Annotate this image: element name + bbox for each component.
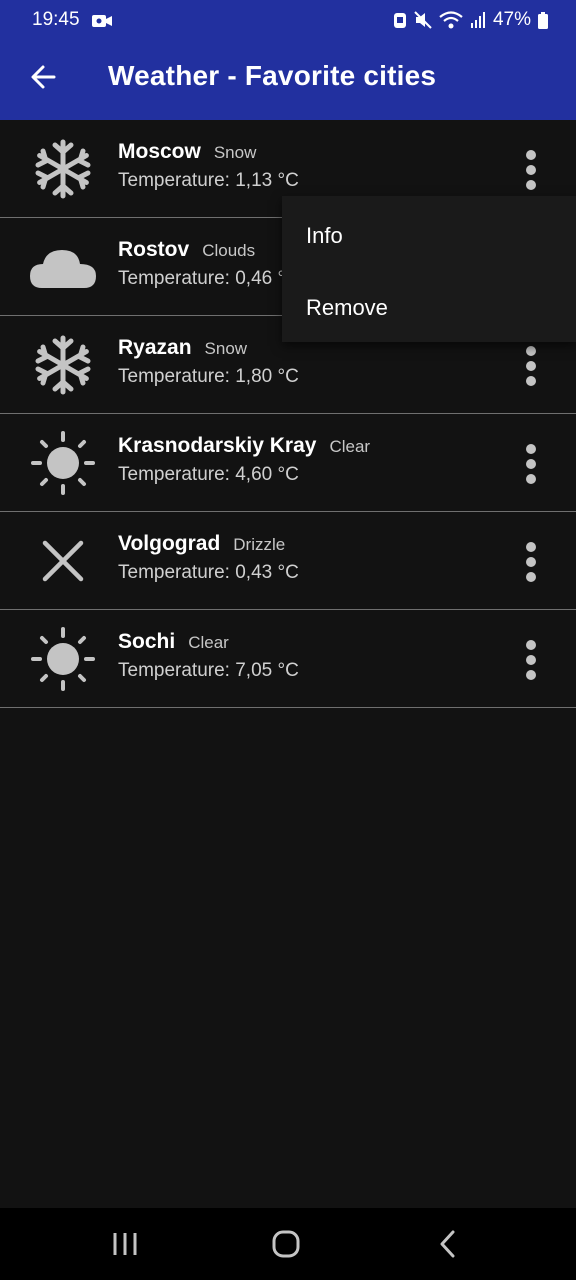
battery-percent: 47% xyxy=(492,9,531,30)
more-options-button[interactable] xyxy=(512,442,550,486)
snow-icon xyxy=(28,333,98,397)
more-vert-icon xyxy=(526,640,536,680)
back-button[interactable] xyxy=(22,58,64,100)
more-options-button[interactable] xyxy=(512,344,550,388)
status-bar: 19:45 47% xyxy=(0,0,576,38)
city-name: Ryazan xyxy=(118,336,192,359)
status-time: 19:45 xyxy=(32,9,80,30)
more-vert-icon xyxy=(526,346,536,386)
cloud-icon xyxy=(28,235,98,299)
recent-apps-icon xyxy=(113,1233,137,1255)
sun-icon xyxy=(28,431,98,495)
weather-condition: Clear xyxy=(188,633,229,652)
city-temperature: Temperature: 1,13 °C xyxy=(118,170,299,191)
more-vert-icon xyxy=(526,542,536,582)
mute-icon xyxy=(414,11,432,29)
city-name: Moscow xyxy=(118,140,201,163)
more-options-button[interactable] xyxy=(512,148,550,192)
city-temperature: Temperature: 7,05 °C xyxy=(118,660,299,681)
city-row[interactable]: Krasnodarskiy Kray Clear Temperature: 4,6… xyxy=(0,414,576,512)
weather-condition: Clear xyxy=(329,437,371,456)
menu-item-info[interactable]: Info xyxy=(306,223,343,249)
arrow-back-icon xyxy=(29,63,57,96)
more-vert-icon xyxy=(526,150,536,190)
sun-icon xyxy=(28,627,98,691)
home-button[interactable] xyxy=(264,1226,308,1262)
recent-apps-button[interactable] xyxy=(103,1226,147,1262)
system-nav-bar xyxy=(0,1208,576,1280)
weather-condition: Drizzle xyxy=(233,535,286,554)
snow-icon xyxy=(28,137,98,201)
weather-condition: Snow xyxy=(213,143,257,162)
page-title: Weather - Favorite cities xyxy=(108,60,437,91)
back-nav-button[interactable] xyxy=(426,1226,470,1262)
city-temperature: Temperature: 0,46 °C xyxy=(118,268,299,289)
video-record-icon xyxy=(92,12,112,34)
more-options-button[interactable] xyxy=(512,638,550,682)
city-temperature: Temperature: 1,80 °C xyxy=(118,366,299,387)
app-bar: Weather - Favorite cities xyxy=(0,38,576,120)
signal-icon xyxy=(470,12,486,28)
city-row[interactable]: Sochi Clear Temperature: 7,05 °C xyxy=(0,610,576,708)
chevron-left-icon xyxy=(440,1230,455,1258)
weather-condition: Clouds xyxy=(202,241,256,260)
menu-item-remove[interactable]: Remove xyxy=(306,295,388,321)
cross-icon xyxy=(28,529,98,593)
city-row[interactable]: Volgograd Drizzle Temperature: 0,43 °C xyxy=(0,512,576,610)
city-name: Krasnodarskiy Kray xyxy=(118,434,317,457)
battery-icon xyxy=(538,11,548,29)
popup-menu: Info Remove xyxy=(282,196,576,342)
alarm-icon xyxy=(393,11,407,29)
wifi-icon xyxy=(439,11,463,29)
city-name: Volgograd xyxy=(118,532,221,555)
weather-condition: Snow xyxy=(204,339,248,358)
city-temperature: Temperature: 0,43 °C xyxy=(118,562,299,583)
city-name: Rostov xyxy=(118,238,190,261)
home-icon xyxy=(272,1230,300,1258)
city-name: Sochi xyxy=(118,630,176,653)
more-vert-icon xyxy=(526,444,536,484)
city-temperature: Temperature: 4,60 °C xyxy=(118,464,299,485)
more-options-button[interactable] xyxy=(512,540,550,584)
